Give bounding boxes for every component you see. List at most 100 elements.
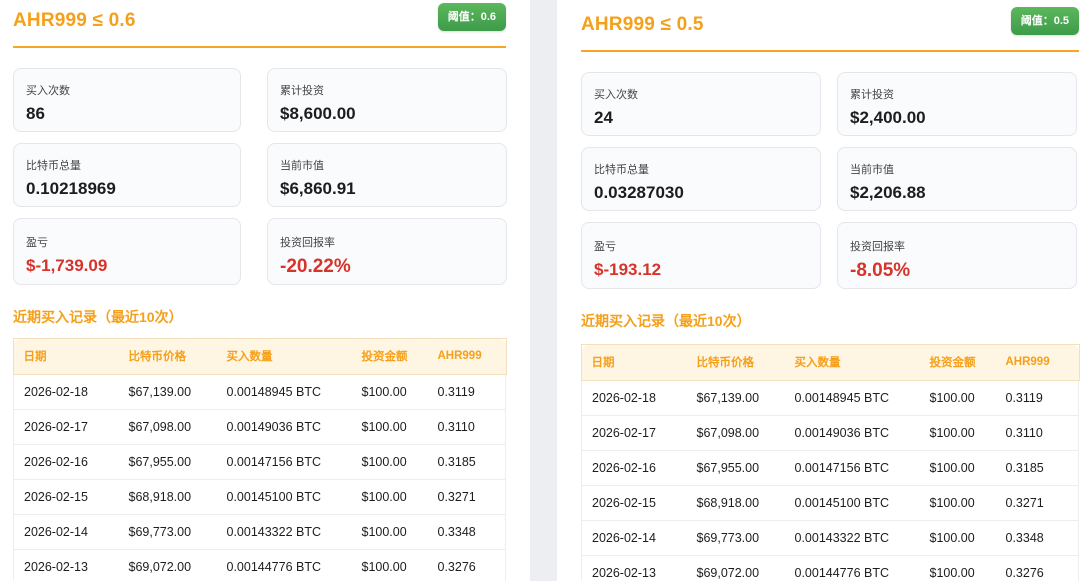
stat-value: 0.03287030 (594, 183, 684, 202)
stat-label: 比特币总量 (26, 160, 81, 172)
stats-grid: 买入次数 24 累计投资 $2,400.00 比特币总量 0.03287030 … (581, 72, 1079, 289)
cell-amount: 0.00147156 BTC (216, 444, 352, 480)
cell-amount: 0.00143322 BTC (216, 514, 352, 550)
stat-profit-loss: 盈亏 $-193.12 (581, 222, 821, 289)
cell-invest: $100.00 (919, 415, 996, 451)
stat-value: $-193.12 (594, 260, 662, 279)
panel-title: AHR999 ≤ 0.6 (13, 10, 136, 31)
table-row: 2026-02-18 $67,139.00 0.00148945 BTC $10… (13, 374, 506, 410)
cell-date: 2026-02-16 (13, 444, 119, 480)
stat-label: 当前市值 (850, 164, 894, 176)
panel-title: AHR999 ≤ 0.5 (581, 14, 704, 35)
cell-price: $69,773.00 (118, 514, 217, 550)
cell-amount: 0.00145100 BTC (216, 479, 352, 515)
cell-date: 2026-02-14 (13, 514, 119, 550)
table-row: 2026-02-14 $69,773.00 0.00143322 BTC $10… (13, 514, 506, 550)
col-header-date: 日期 (13, 339, 119, 375)
cell-invest: $100.00 (919, 450, 996, 486)
threshold-badge: 阈值：0.6 (437, 3, 506, 31)
cell-date: 2026-02-15 (581, 485, 687, 521)
cell-price: $67,098.00 (118, 409, 217, 445)
stat-label: 投资回报率 (850, 241, 905, 253)
recent-buys-title: 近期买入记录（最近10次） (13, 309, 183, 325)
stat-value: $2,206.88 (850, 183, 926, 202)
cell-ahr999: 0.3185 (995, 450, 1079, 486)
table-row: 2026-02-15 $68,918.00 0.00145100 BTC $10… (581, 485, 1079, 521)
col-header-price: 比特币价格 (118, 339, 217, 375)
recent-buys-table: 日期 比特币价格 买入数量 投资金额 AHR999 2026-02-18 $67… (580, 344, 1080, 581)
stat-label: 盈亏 (594, 241, 616, 253)
threshold-badge: 阈值：0.5 (1010, 7, 1079, 35)
cell-date: 2026-02-16 (581, 450, 687, 486)
cell-ahr999: 0.3348 (427, 514, 506, 550)
cell-date: 2026-02-17 (13, 409, 119, 445)
cell-ahr999: 0.3271 (427, 479, 506, 515)
cell-date: 2026-02-14 (581, 520, 687, 556)
table-row: 2026-02-16 $67,955.00 0.00147156 BTC $10… (581, 450, 1079, 486)
stat-value: $-1,739.09 (26, 256, 108, 275)
col-header-ahr999: AHR999 (427, 339, 506, 375)
cell-date: 2026-02-18 (13, 374, 119, 410)
col-header-date: 日期 (581, 345, 687, 381)
stat-roi: 投资回报率 -20.22% (267, 218, 507, 285)
cell-ahr999: 0.3119 (427, 374, 506, 410)
table-row: 2026-02-17 $67,098.00 0.00149036 BTC $10… (13, 409, 506, 445)
cell-amount: 0.00148945 BTC (784, 380, 920, 416)
cell-ahr999: 0.3185 (427, 444, 506, 480)
cell-invest: $100.00 (351, 549, 428, 581)
stat-total-invested: 累计投资 $8,600.00 (267, 68, 507, 132)
col-header-price: 比特币价格 (686, 345, 785, 381)
stat-buy-count: 买入次数 24 (581, 72, 821, 136)
cell-ahr999: 0.3276 (995, 555, 1079, 581)
stat-market-value: 当前市值 $2,206.88 (837, 147, 1077, 211)
cell-invest: $100.00 (351, 374, 428, 410)
cell-ahr999: 0.3119 (995, 380, 1079, 416)
cell-date: 2026-02-15 (13, 479, 119, 515)
stat-label: 盈亏 (26, 237, 48, 249)
cell-date: 2026-02-13 (581, 555, 687, 581)
cell-price: $68,918.00 (686, 485, 785, 521)
cell-amount: 0.00147156 BTC (784, 450, 920, 486)
stat-btc-total: 比特币总量 0.10218969 (13, 143, 241, 207)
stat-label: 投资回报率 (280, 237, 335, 249)
stat-value: $6,860.91 (280, 179, 356, 198)
cell-invest: $100.00 (919, 485, 996, 521)
table-header-row: 日期 比特币价格 买入数量 投资金额 AHR999 (581, 345, 1079, 381)
cell-invest: $100.00 (351, 409, 428, 445)
cell-ahr999: 0.3271 (995, 485, 1079, 521)
cell-ahr999: 0.3110 (427, 409, 506, 445)
col-header-ahr999: AHR999 (995, 345, 1079, 381)
stat-value: $8,600.00 (280, 104, 356, 123)
table-row: 2026-02-14 $69,773.00 0.00143322 BTC $10… (581, 520, 1079, 556)
stat-label: 当前市值 (280, 160, 324, 172)
cell-price: $67,955.00 (118, 444, 217, 480)
recent-buys-title: 近期买入记录（最近10次） (581, 313, 751, 329)
cell-price: $69,773.00 (686, 520, 785, 556)
cell-price: $67,139.00 (686, 380, 785, 416)
cell-amount: 0.00145100 BTC (784, 485, 920, 521)
stat-label: 买入次数 (594, 89, 638, 101)
table-row: 2026-02-13 $69,072.00 0.00144776 BTC $10… (581, 555, 1079, 581)
table-row: 2026-02-13 $69,072.00 0.00144776 BTC $10… (13, 549, 506, 581)
panel-header: AHR999 ≤ 0.6 阈值：0.6 (13, 0, 506, 48)
stat-label: 买入次数 (26, 85, 70, 97)
stat-value: -20.22% (280, 256, 351, 277)
col-header-amount: 买入数量 (784, 345, 920, 381)
cell-price: $69,072.00 (118, 549, 217, 581)
stat-value: $2,400.00 (850, 108, 926, 127)
stat-label: 累计投资 (850, 89, 894, 101)
cell-amount: 0.00149036 BTC (216, 409, 352, 445)
cell-invest: $100.00 (351, 479, 428, 515)
cell-price: $69,072.00 (686, 555, 785, 581)
cell-price: $67,955.00 (686, 450, 785, 486)
table-row: 2026-02-16 $67,955.00 0.00147156 BTC $10… (13, 444, 506, 480)
cell-date: 2026-02-17 (581, 415, 687, 451)
cell-date: 2026-02-18 (581, 380, 687, 416)
stat-label: 比特币总量 (594, 164, 649, 176)
recent-buys-table: 日期 比特币价格 买入数量 投资金额 AHR999 2026-02-18 $67… (12, 338, 507, 581)
stat-value: 0.10218969 (26, 179, 116, 198)
stat-roi: 投资回报率 -8.05% (837, 222, 1077, 289)
col-header-amount: 买入数量 (216, 339, 352, 375)
cell-price: $67,098.00 (686, 415, 785, 451)
table-row: 2026-02-18 $67,139.00 0.00148945 BTC $10… (581, 380, 1079, 416)
